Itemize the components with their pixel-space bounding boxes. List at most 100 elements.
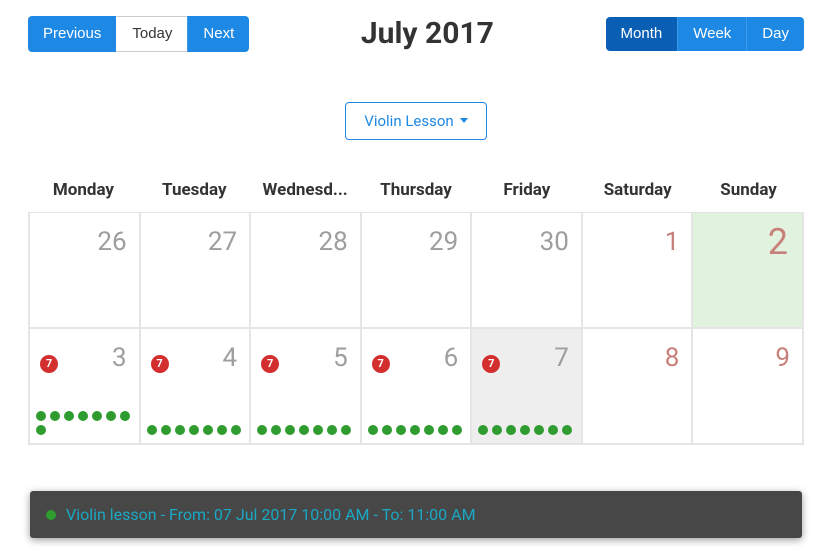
event-dot-icon[interactable] xyxy=(396,425,406,435)
nav-group: Previous Today Next xyxy=(28,16,249,52)
day-number: 2 xyxy=(768,221,788,263)
event-count-badge: 7 xyxy=(151,355,169,373)
calendar-cell[interactable]: 27 xyxy=(140,212,251,328)
event-dot-icon[interactable] xyxy=(534,425,544,435)
view-group: Month Week Day xyxy=(606,17,804,51)
day-header: Sunday xyxy=(693,180,804,212)
event-dots xyxy=(478,425,575,435)
day-header: Tuesday xyxy=(139,180,250,212)
event-count-badge: 7 xyxy=(372,355,390,373)
event-dot-icon[interactable] xyxy=(271,425,281,435)
event-dot-icon[interactable] xyxy=(92,411,102,421)
event-dot-icon[interactable] xyxy=(341,425,351,435)
day-number: 4 xyxy=(223,343,238,373)
previous-button[interactable]: Previous xyxy=(28,16,116,52)
event-dot-icon[interactable] xyxy=(147,425,157,435)
today-button[interactable]: Today xyxy=(116,16,187,52)
event-dot-icon[interactable] xyxy=(36,411,46,421)
event-dot-icon xyxy=(46,510,56,520)
event-dot-icon[interactable] xyxy=(327,425,337,435)
calendar-body: 262728293012374757677789 xyxy=(29,212,803,444)
next-button[interactable]: Next xyxy=(187,16,249,52)
event-dot-icon[interactable] xyxy=(299,425,309,435)
day-number: 7 xyxy=(554,343,569,373)
event-dot-icon[interactable] xyxy=(64,411,74,421)
calendar-cell[interactable]: 26 xyxy=(29,212,140,328)
calendar: Monday Tuesday Wednesd... Thursday Frida… xyxy=(28,180,804,445)
event-dot-icon[interactable] xyxy=(478,425,488,435)
calendar-app: Previous Today Next July 2017 Month Week… xyxy=(0,0,832,550)
view-day-button[interactable]: Day xyxy=(746,17,804,51)
calendar-cell[interactable]: 1 xyxy=(582,212,693,328)
event-dot-icon[interactable] xyxy=(120,411,130,421)
view-month-button[interactable]: Month xyxy=(606,17,678,51)
calendar-cell[interactable]: 30 xyxy=(471,212,582,328)
event-dot-icon[interactable] xyxy=(203,425,213,435)
calendar-cell[interactable]: 2 xyxy=(692,212,803,328)
calendar-cell[interactable]: 57 xyxy=(250,328,361,444)
event-dot-icon[interactable] xyxy=(520,425,530,435)
event-dot-icon[interactable] xyxy=(175,425,185,435)
event-dots xyxy=(147,425,244,435)
calendar-cell[interactable]: 8 xyxy=(582,328,693,444)
day-header: Saturday xyxy=(582,180,693,212)
event-dot-icon[interactable] xyxy=(410,425,420,435)
event-count-badge: 7 xyxy=(261,355,279,373)
event-dots xyxy=(36,411,133,435)
calendar-cell[interactable]: 28 xyxy=(250,212,361,328)
toolbar: Previous Today Next July 2017 Month Week… xyxy=(28,16,804,52)
day-number: 9 xyxy=(775,343,790,373)
event-dot-icon[interactable] xyxy=(313,425,323,435)
calendar-cell[interactable]: 37 xyxy=(29,328,140,444)
event-dot-icon[interactable] xyxy=(548,425,558,435)
event-dot-icon[interactable] xyxy=(452,425,462,435)
day-number: 8 xyxy=(665,343,680,373)
event-dot-icon[interactable] xyxy=(50,411,60,421)
event-dot-icon[interactable] xyxy=(368,425,378,435)
event-dots xyxy=(257,425,354,435)
event-dot-icon[interactable] xyxy=(382,425,392,435)
day-header: Monday xyxy=(28,180,139,212)
event-dot-icon[interactable] xyxy=(161,425,171,435)
event-dot-icon[interactable] xyxy=(562,425,572,435)
day-number: 29 xyxy=(429,227,458,257)
event-dot-icon[interactable] xyxy=(285,425,295,435)
event-tooltip: Violin lesson - From: 07 Jul 2017 10:00 … xyxy=(30,491,802,538)
event-dot-icon[interactable] xyxy=(231,425,241,435)
event-dot-icon[interactable] xyxy=(424,425,434,435)
day-number: 1 xyxy=(665,227,680,257)
event-dot-icon[interactable] xyxy=(78,411,88,421)
calendar-cell[interactable]: 29 xyxy=(361,212,472,328)
day-number: 30 xyxy=(540,227,569,257)
event-dot-icon[interactable] xyxy=(106,411,116,421)
lesson-filter-dropdown[interactable]: Violin Lesson xyxy=(345,102,486,140)
page-title: July 2017 xyxy=(361,16,494,51)
event-dot-icon[interactable] xyxy=(257,425,267,435)
day-number: 5 xyxy=(333,343,348,373)
event-dot-icon[interactable] xyxy=(189,425,199,435)
calendar-header: Monday Tuesday Wednesd... Thursday Frida… xyxy=(28,180,804,212)
calendar-cell[interactable]: 77 xyxy=(471,328,582,444)
day-number: 6 xyxy=(444,343,459,373)
day-number: 27 xyxy=(208,227,237,257)
calendar-cell[interactable]: 47 xyxy=(140,328,251,444)
event-dot-icon[interactable] xyxy=(438,425,448,435)
event-dot-icon[interactable] xyxy=(36,425,46,435)
event-dot-icon[interactable] xyxy=(217,425,227,435)
day-number: 28 xyxy=(318,227,347,257)
event-dot-icon[interactable] xyxy=(506,425,516,435)
event-tooltip-text: Violin lesson - From: 07 Jul 2017 10:00 … xyxy=(66,505,476,524)
chevron-down-icon xyxy=(460,118,468,123)
event-dots xyxy=(368,425,465,435)
view-week-button[interactable]: Week xyxy=(677,17,746,51)
lesson-filter-label: Violin Lesson xyxy=(364,112,453,130)
event-count-badge: 7 xyxy=(40,355,58,373)
day-header: Thursday xyxy=(361,180,472,212)
day-number: 26 xyxy=(97,227,126,257)
calendar-cell[interactable]: 9 xyxy=(692,328,803,444)
day-header: Wednesd... xyxy=(250,180,361,212)
calendar-cell[interactable]: 67 xyxy=(361,328,472,444)
event-count-badge: 7 xyxy=(482,355,500,373)
event-dot-icon[interactable] xyxy=(492,425,502,435)
day-header: Friday xyxy=(471,180,582,212)
